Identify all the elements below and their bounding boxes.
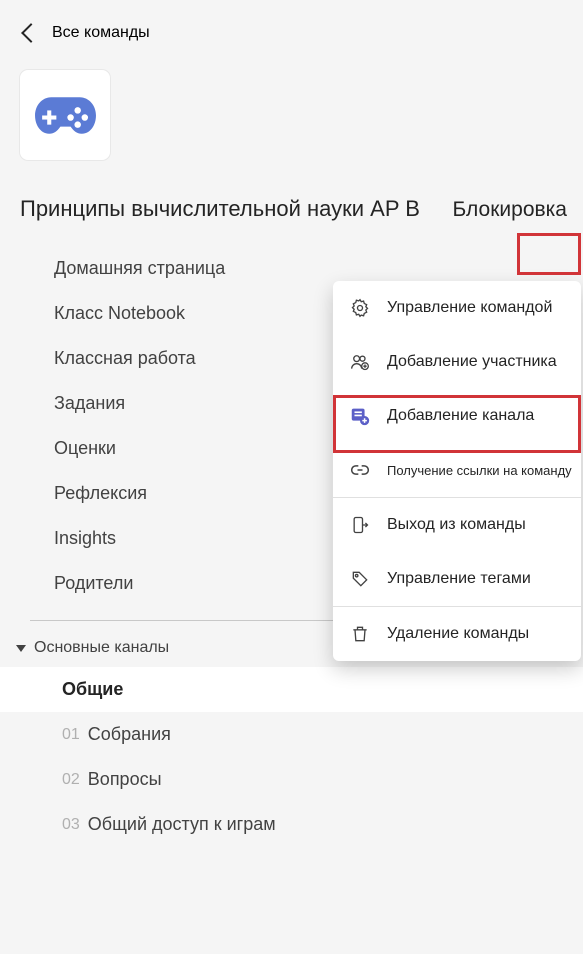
menu-label: Управление командой xyxy=(387,299,552,317)
team-title: Принципы вычислительной науки AP B xyxy=(20,196,420,222)
menu-delete-team[interactable]: Удаление команды xyxy=(333,607,581,661)
add-channel-icon xyxy=(349,405,371,427)
menu-label: Добавление канала xyxy=(387,407,534,425)
menu-label: Добавление участника xyxy=(387,353,557,371)
channel-label: Вопросы xyxy=(88,769,162,790)
menu-label: Получение ссылки на команду xyxy=(387,463,572,478)
menu-leave-team[interactable]: Выход из команды xyxy=(333,498,581,552)
channel-general[interactable]: Общие xyxy=(0,667,583,712)
team-context-menu: Управление командой Добавление участника… xyxy=(333,281,581,661)
chevron-left-icon xyxy=(21,23,41,43)
channel-label: Общие xyxy=(62,679,123,700)
channel-label: Собрания xyxy=(88,724,171,745)
menu-get-link[interactable]: Получение ссылки на команду xyxy=(333,443,581,497)
tag-icon xyxy=(349,568,371,590)
gear-icon xyxy=(349,297,371,319)
link-icon xyxy=(349,459,371,481)
channel-meetings[interactable]: 01 Собрания xyxy=(0,712,583,757)
menu-label: Выход из команды xyxy=(387,516,526,534)
menu-manage-team[interactable]: Управление командой xyxy=(333,281,581,335)
gamepad-icon xyxy=(33,93,98,138)
leave-icon xyxy=(349,514,371,536)
back-label: Все команды xyxy=(52,24,150,42)
menu-add-member[interactable]: Добавление участника xyxy=(333,335,581,389)
menu-label: Удаление команды xyxy=(387,625,529,643)
team-avatar xyxy=(20,70,110,160)
team-header-row: Принципы вычислительной науки AP B Блоки… xyxy=(0,196,583,222)
add-member-icon xyxy=(349,351,371,373)
channel-questions[interactable]: 02 Вопросы xyxy=(0,757,583,802)
menu-manage-tags[interactable]: Управление тегами xyxy=(333,552,581,606)
trash-icon xyxy=(349,623,371,645)
channel-prefix: 02 xyxy=(62,771,80,789)
menu-label: Управление тегами xyxy=(387,570,531,588)
team-lock-label: Блокировка xyxy=(453,198,571,222)
menu-add-channel[interactable]: Добавление канала xyxy=(333,389,581,443)
channel-prefix: 01 xyxy=(62,726,80,744)
channels-section: Основные каналы Общие 01 Собрания 02 Воп… xyxy=(0,639,583,847)
back-all-teams[interactable]: Все команды xyxy=(0,24,583,42)
channels-section-label: Основные каналы xyxy=(34,639,169,657)
channel-prefix: 03 xyxy=(62,816,80,834)
channel-gameshare[interactable]: 03 Общий доступ к играм xyxy=(0,802,583,847)
channel-label: Общий доступ к играм xyxy=(88,814,276,835)
chevron-down-icon xyxy=(16,645,26,652)
